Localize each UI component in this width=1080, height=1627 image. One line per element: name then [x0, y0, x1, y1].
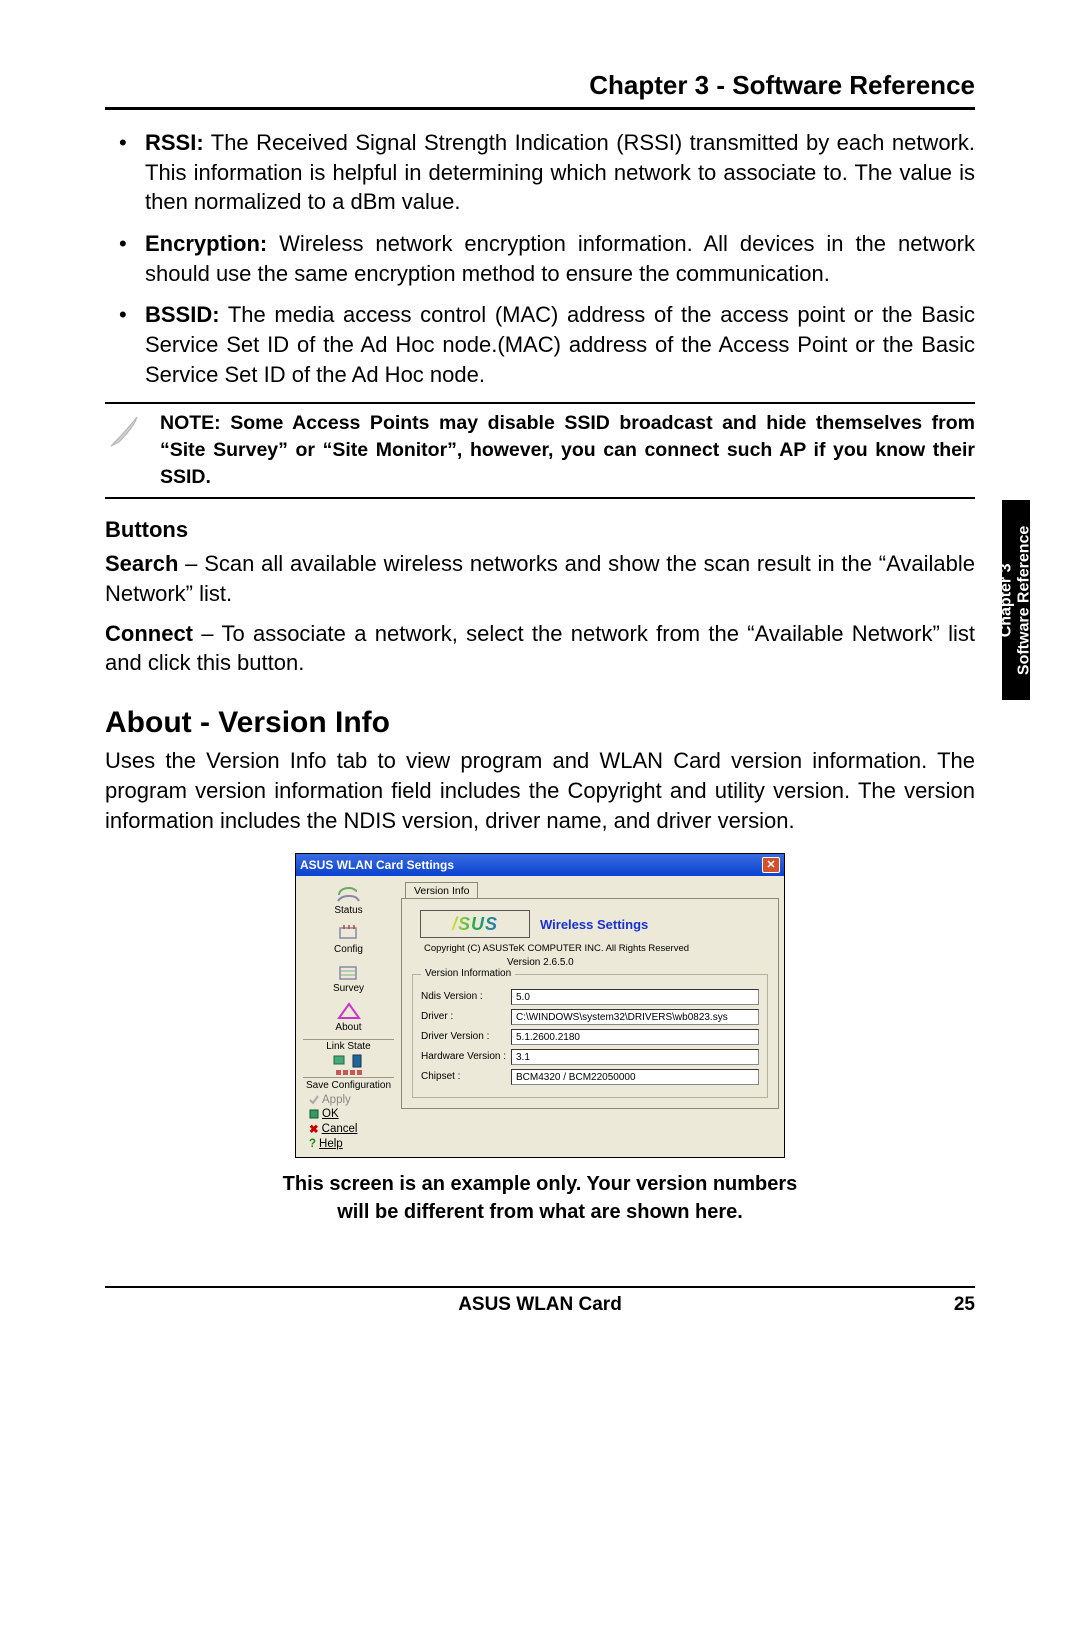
- about-icon: [336, 1000, 362, 1022]
- apply-button: Apply: [301, 1094, 396, 1106]
- ndis-version-value: 5.0: [511, 989, 759, 1005]
- about-heading: About - Version Info: [105, 706, 975, 740]
- connect-term: Connect: [105, 621, 193, 646]
- bullet-rssi: • RSSI: The Received Signal Strength Ind…: [105, 128, 975, 217]
- version-info-panel: /SUS Wireless Settings Copyright (C) ASU…: [401, 898, 779, 1108]
- hardware-version-value: 3.1: [511, 1049, 759, 1065]
- sep: –: [178, 551, 204, 576]
- dialog-title-text: ASUS WLAN Card Settings: [300, 858, 454, 872]
- page-footer: ASUS WLAN Card 25: [105, 1286, 975, 1316]
- caption: This screen is an example only. Your ver…: [105, 1170, 975, 1226]
- sidebar-item-config[interactable]: Config: [301, 922, 396, 955]
- bullet-term: Encryption:: [145, 231, 267, 256]
- copyright-text: Copyright (C) ASUSTeK COMPUTER INC. All …: [424, 943, 768, 954]
- chipset-value: BCM4320 / BCM22050000: [511, 1069, 759, 1085]
- cancel-icon: ✖: [309, 1122, 319, 1136]
- cancel-button[interactable]: ✖ Cancel: [301, 1122, 396, 1136]
- buttons-subhead: Buttons: [105, 517, 975, 543]
- driver-version-value: 5.1.2600.2180: [511, 1029, 759, 1045]
- ok-button[interactable]: OK: [301, 1108, 396, 1120]
- config-icon: [336, 922, 362, 944]
- note-text: NOTE: Some Access Points may disable SSI…: [160, 410, 975, 492]
- fieldset-legend: Version Information: [421, 968, 515, 979]
- bullet-text: The media access control (MAC) address o…: [145, 302, 975, 386]
- about-para: Uses the Version Info tab to view progra…: [105, 746, 975, 835]
- field-driver: Driver : C:\WINDOWS\system32\DRIVERS\wb0…: [421, 1009, 759, 1025]
- bullet-text: The Received Signal Strength Indication …: [145, 130, 975, 214]
- wireless-settings-label: Wireless Settings: [540, 917, 648, 932]
- bullet-text: Wireless network encryption information.…: [145, 231, 975, 286]
- tab-version-info[interactable]: Version Info: [405, 882, 478, 898]
- bullet-term: RSSI:: [145, 130, 204, 155]
- dialog-titlebar[interactable]: ASUS WLAN Card Settings ✕: [296, 854, 784, 876]
- apply-icon: [309, 1095, 319, 1105]
- sep: –: [193, 621, 221, 646]
- search-para: Search – Scan all available wireless net…: [105, 549, 975, 608]
- sidebar-item-status[interactable]: Status: [301, 883, 396, 916]
- link-bars-icon: [301, 1070, 396, 1075]
- bullet-dot: •: [105, 300, 145, 330]
- note-box: NOTE: Some Access Points may disable SSI…: [105, 402, 975, 500]
- dialog-screenshot: ASUS WLAN Card Settings ✕ Status Config: [295, 853, 785, 1158]
- feather-icon: [105, 414, 141, 450]
- survey-icon: [336, 961, 362, 983]
- top-rule: [105, 107, 975, 110]
- status-icon: [336, 883, 362, 905]
- dialog-sidebar: Status Config Survey About: [301, 881, 396, 1152]
- close-icon[interactable]: ✕: [762, 857, 780, 873]
- field-chipset: Chipset : BCM4320 / BCM22050000: [421, 1069, 759, 1085]
- search-term: Search: [105, 551, 178, 576]
- save-configuration-label: Save Configuration: [301, 1081, 396, 1091]
- bullet-dot: •: [105, 229, 145, 259]
- link-ap-icon: [350, 1054, 364, 1068]
- field-hardware-version: Hardware Version : 3.1: [421, 1049, 759, 1065]
- bullet-list: • RSSI: The Received Signal Strength Ind…: [105, 128, 975, 390]
- version-top: Version 2.6.5.0: [507, 957, 768, 968]
- connect-text: To associate a network, select the netwo…: [105, 621, 975, 676]
- asus-logo: /SUS: [420, 910, 530, 938]
- ok-icon: [309, 1109, 319, 1119]
- sidebar-item-about[interactable]: About: [301, 1000, 396, 1033]
- link-pc-icon: [333, 1054, 347, 1068]
- chapter-title: Chapter 3 - Software Reference: [105, 70, 975, 101]
- version-information-fieldset: Version Information Ndis Version : 5.0 D…: [412, 974, 768, 1098]
- connect-para: Connect – To associate a network, select…: [105, 619, 975, 678]
- page-number: 25: [915, 1294, 975, 1316]
- sidebar-item-survey[interactable]: Survey: [301, 961, 396, 994]
- footer-product: ASUS WLAN Card: [165, 1294, 915, 1316]
- search-text: Scan all available wireless networks and…: [105, 551, 975, 606]
- field-ndis: Ndis Version : 5.0: [421, 989, 759, 1005]
- bullet-bssid: • BSSID: The media access control (MAC) …: [105, 300, 975, 389]
- side-tab: Chapter 3 Software Reference: [1002, 500, 1030, 700]
- help-button[interactable]: ? Help: [301, 1138, 396, 1150]
- link-state: Link State: [301, 1042, 396, 1075]
- help-icon: ?: [309, 1138, 316, 1150]
- bullet-term: BSSID:: [145, 302, 220, 327]
- bullet-dot: •: [105, 128, 145, 158]
- bullet-encryption: • Encryption: Wireless network encryptio…: [105, 229, 975, 288]
- driver-value: C:\WINDOWS\system32\DRIVERS\wb0823.sys: [511, 1009, 759, 1025]
- field-driver-version: Driver Version : 5.1.2600.2180: [421, 1029, 759, 1045]
